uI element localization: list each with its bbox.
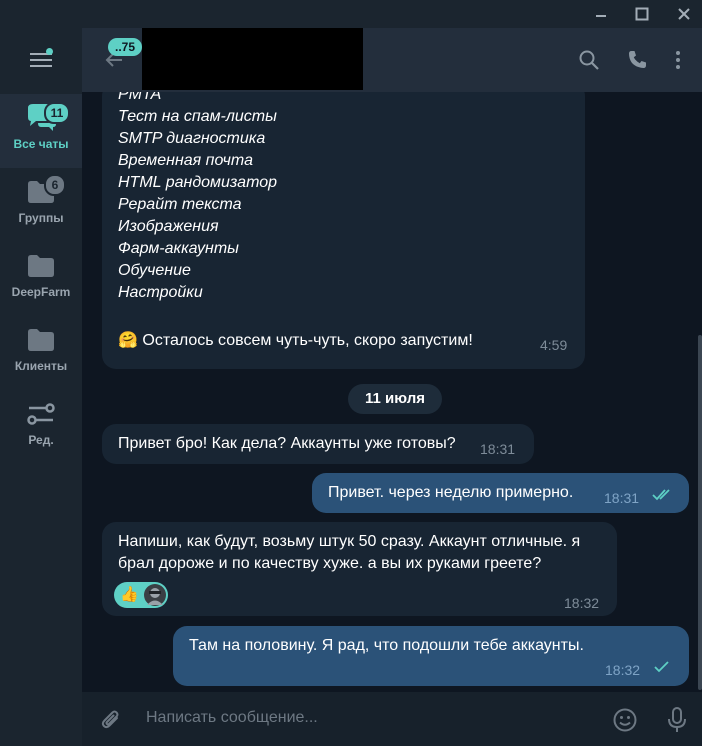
folder-groups[interactable]: 6 Группы bbox=[0, 168, 82, 242]
date-separator: 11 июля bbox=[348, 384, 442, 414]
menu-item: Временная почта bbox=[118, 152, 253, 169]
avatar-icon bbox=[147, 588, 163, 605]
redacted-chat-title bbox=[142, 28, 363, 90]
folder-clients[interactable]: Клиенты bbox=[0, 316, 82, 390]
message-incoming: Привет бро! Как дела? Аккаунты уже готов… bbox=[102, 424, 534, 464]
unread-counter-badge: ..75 bbox=[108, 38, 143, 56]
menu-item: PMTA bbox=[118, 92, 162, 103]
message-composer: Написать сообщение... bbox=[82, 692, 702, 746]
bot-menu-list: PMTA Тест на спам-листы SMTP диагностика… bbox=[118, 92, 277, 304]
chat-scrollbar[interactable] bbox=[698, 335, 702, 690]
folder-edit[interactable]: Ред. bbox=[0, 390, 82, 464]
double-check-icon bbox=[652, 489, 670, 501]
attach-icon[interactable] bbox=[98, 707, 124, 733]
message-text: брал дороже и по качеству хуже. а вы их … bbox=[118, 555, 542, 572]
menu-item: Рерайт текста bbox=[118, 196, 242, 213]
maximize-icon bbox=[635, 7, 649, 21]
folder-label: Все чаты bbox=[13, 137, 69, 151]
menu-item: SMTP диагностика bbox=[118, 130, 266, 147]
menu-item: HTML рандомизатор bbox=[118, 174, 278, 191]
message-outgoing: Там на половину. Я рад, что подошли тебе… bbox=[173, 626, 689, 686]
message-time: 18:32 bbox=[605, 662, 641, 678]
message-input[interactable]: Написать сообщение... bbox=[146, 709, 318, 727]
chat-header: ..75 bbox=[82, 28, 702, 92]
message-time: 18:32 bbox=[564, 595, 600, 611]
avatar bbox=[144, 584, 166, 606]
notification-dot bbox=[46, 48, 53, 55]
folder-label: Ред. bbox=[28, 433, 54, 447]
thumbs-up-icon: 👍 bbox=[120, 586, 139, 603]
folder-icon bbox=[28, 329, 54, 351]
close-icon bbox=[678, 8, 690, 20]
folder-label: DeepFarm bbox=[11, 285, 71, 299]
folder-unread-badge: 11 bbox=[44, 102, 70, 124]
message-text: Привет бро! Как дела? Аккаунты уже готов… bbox=[118, 435, 456, 452]
folder-unread-badge: 6 bbox=[44, 174, 66, 196]
message-list[interactable]: PMTA Тест на спам-листы SMTP диагностика… bbox=[82, 92, 702, 692]
close-button[interactable] bbox=[666, 0, 702, 28]
menu-item: Тест на спам-листы bbox=[118, 108, 277, 125]
message-incoming: PMTA Тест на спам-листы SMTP диагностика… bbox=[102, 92, 585, 369]
message-text: Там на половину. Я рад, что подошли тебе… bbox=[189, 637, 584, 654]
minimize-button[interactable] bbox=[583, 0, 619, 28]
search-icon[interactable] bbox=[577, 48, 601, 72]
folder-all-chats[interactable]: 11 Все чаты bbox=[0, 94, 82, 168]
emoji-icon[interactable] bbox=[612, 707, 638, 733]
folder-label: Группы bbox=[18, 211, 64, 225]
main-menu-button[interactable] bbox=[0, 28, 82, 92]
menu-item: Изображения bbox=[118, 218, 219, 235]
message-text: 🤗 Осталось совсем чуть-чуть, скоро запус… bbox=[118, 332, 473, 349]
folder-deepfarm[interactable]: DeepFarm bbox=[0, 242, 82, 316]
menu-item: Настройки bbox=[118, 284, 203, 301]
window-titlebar bbox=[0, 0, 702, 28]
message-incoming: Напиши, как будут, возьму штук 50 сразу.… bbox=[102, 522, 617, 616]
message-outgoing: Привет. через неделю примерно. 18:31 bbox=[312, 473, 689, 513]
message-text: Привет. через неделю примерно. bbox=[328, 484, 574, 501]
message-time: 18:31 bbox=[480, 441, 516, 457]
maximize-button[interactable] bbox=[624, 0, 660, 28]
folder-icon bbox=[28, 255, 54, 277]
menu-item: Фарм-аккаунты bbox=[118, 240, 239, 257]
sliders-icon bbox=[27, 403, 55, 425]
message-text: Напиши, как будут, возьму штук 50 сразу.… bbox=[118, 533, 581, 550]
folder-label: Клиенты bbox=[14, 359, 68, 373]
reaction-chip[interactable]: 👍 bbox=[114, 582, 168, 608]
check-icon bbox=[654, 661, 669, 673]
mic-icon[interactable] bbox=[666, 706, 688, 734]
message-time: 18:31 bbox=[604, 490, 640, 506]
phone-icon[interactable] bbox=[625, 48, 649, 72]
folders-sidebar: 11 Все чаты 6 Группы DeepFarm Клиенты Ре… bbox=[0, 28, 82, 746]
more-vert-icon[interactable] bbox=[666, 48, 690, 72]
minimize-icon bbox=[596, 15, 606, 17]
message-time: 4:59 bbox=[540, 337, 568, 353]
menu-item: Обучение bbox=[118, 262, 191, 279]
